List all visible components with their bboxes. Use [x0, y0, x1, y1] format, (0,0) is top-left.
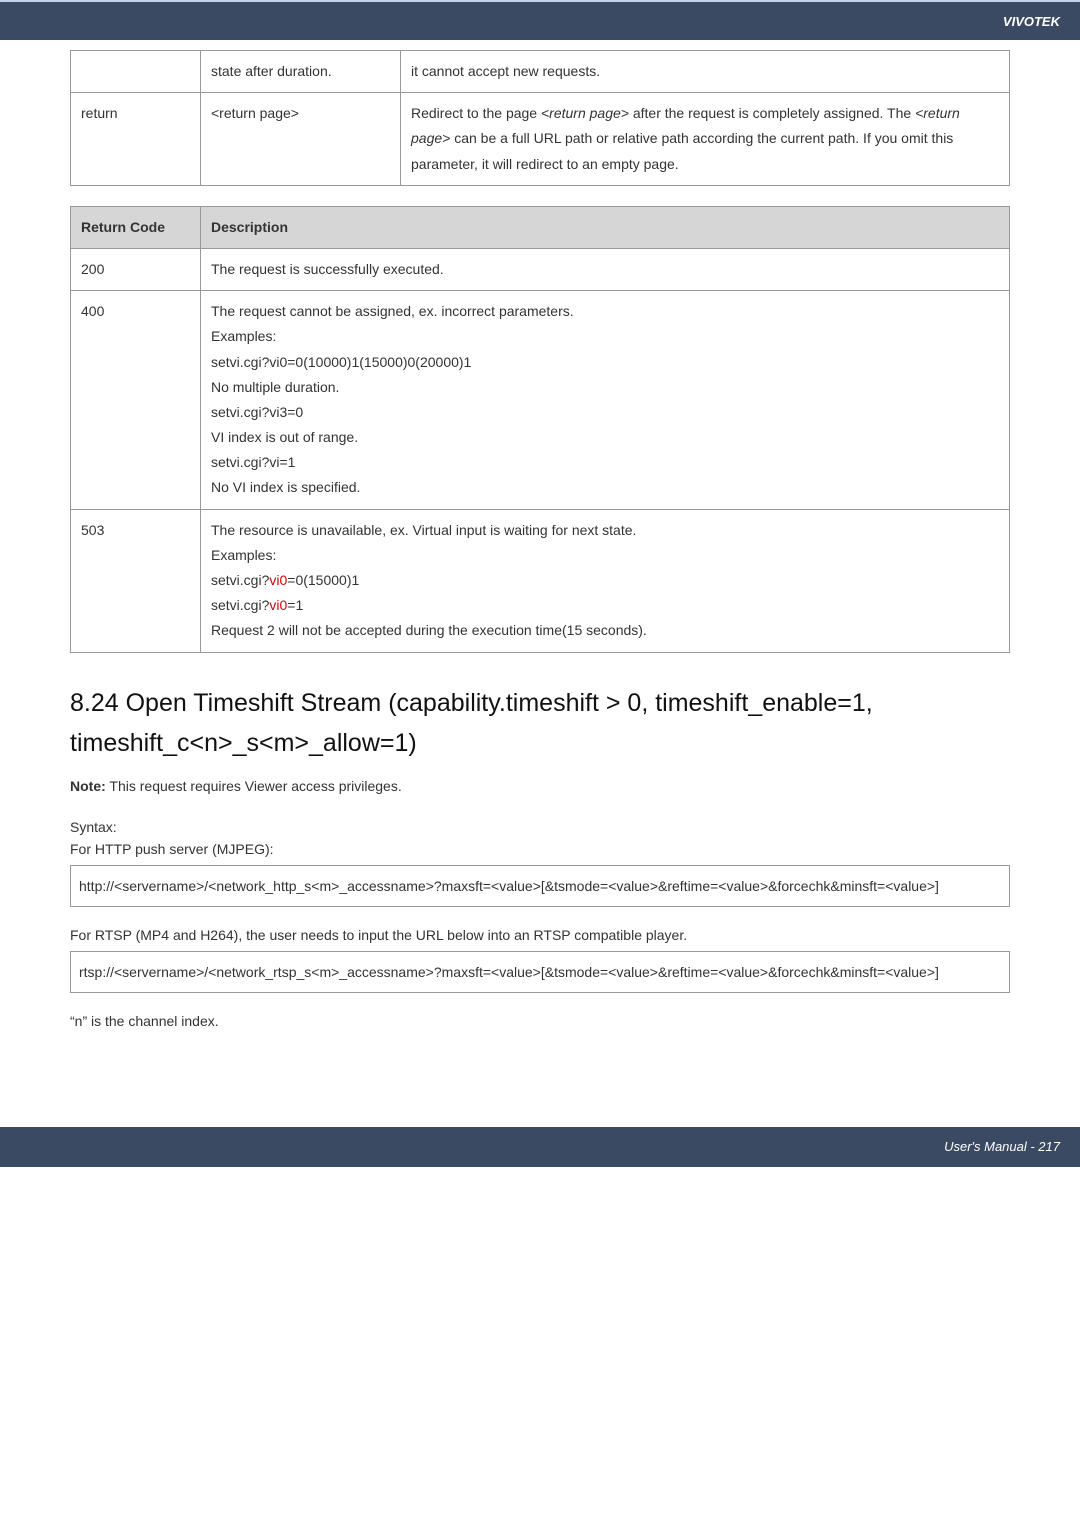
text-span: setvi.cgi? [211, 597, 269, 613]
col-header-desc: Description [201, 206, 1010, 248]
note-label: Note: [70, 778, 106, 794]
desc-line: setvi.cgi?vi0=1 [211, 593, 999, 618]
desc-line: The resource is unavailable, ex. Virtual… [211, 518, 999, 543]
parameters-table: state after duration. it cannot accept n… [70, 50, 1010, 186]
footer-text: User's Manual - 217 [944, 1139, 1060, 1154]
http-label: For HTTP push server (MJPEG): [70, 841, 1010, 857]
brand-label: VIVOTEK [1003, 14, 1060, 29]
text-span: =0(15000)1 [287, 572, 359, 588]
red-span: vi0 [269, 597, 287, 613]
desc-line: setvi.cgi?vi0=0(10000)1(15000)0(20000)1 [211, 350, 999, 375]
page-content: state after duration. it cannot accept n… [0, 40, 1080, 1057]
desc-line: Request 2 will not be accepted during th… [211, 618, 999, 643]
text-span: setvi.cgi? [211, 572, 269, 588]
text-span: =1 [287, 597, 303, 613]
table-row: 503 The resource is unavailable, ex. Vir… [71, 509, 1010, 652]
rtsp-code-box: rtsp://<servername>/<network_rtsp_s<m>_a… [70, 951, 1010, 993]
col-header-code: Return Code [71, 206, 201, 248]
cell-return-page: <return page> [201, 93, 401, 186]
cell-return-desc: Redirect to the page <return page> after… [401, 93, 1010, 186]
text-span: Redirect to the page [411, 105, 541, 121]
cell-state: state after duration. [201, 51, 401, 93]
table-row: state after duration. it cannot accept n… [71, 51, 1010, 93]
red-span: vi0 [269, 572, 287, 588]
desc-line: Examples: [211, 543, 999, 568]
desc-line: setvi.cgi?vi3=0 [211, 400, 999, 425]
page-header: VIVOTEK [0, 0, 1080, 40]
desc-line: No multiple duration. [211, 375, 999, 400]
desc-line: The request cannot be assigned, ex. inco… [211, 299, 999, 324]
cell-return-label: return [71, 93, 201, 186]
text-span: can be a full URL path or relative path … [411, 130, 953, 171]
table-row: 400 The request cannot be assigned, ex. … [71, 291, 1010, 510]
desc-line: Examples: [211, 324, 999, 349]
rtsp-label: For RTSP (MP4 and H264), the user needs … [70, 927, 1010, 943]
desc-line: setvi.cgi?vi0=0(15000)1 [211, 568, 999, 593]
channel-note: “n” is the channel index. [70, 1013, 1010, 1029]
desc-line: VI index is out of range. [211, 425, 999, 450]
cell-desc-400: The request cannot be assigned, ex. inco… [201, 291, 1010, 510]
cell-code-400: 400 [71, 291, 201, 510]
cell-desc-200: The request is successfully executed. [201, 248, 1010, 290]
cell-code-503: 503 [71, 509, 201, 652]
table-row: 200 The request is successfully executed… [71, 248, 1010, 290]
cell-code-200: 200 [71, 248, 201, 290]
table-row: return <return page> Redirect to the pag… [71, 93, 1010, 186]
cell-desc-503: The resource is unavailable, ex. Virtual… [201, 509, 1010, 652]
return-code-table: Return Code Description 200 The request … [70, 206, 1010, 653]
table-header-row: Return Code Description [71, 206, 1010, 248]
http-code-box: http://<servername>/<network_http_s<m>_a… [70, 865, 1010, 907]
cell-cannot-accept: it cannot accept new requests. [401, 51, 1010, 93]
page-footer: User's Manual - 217 [0, 1127, 1080, 1167]
note-paragraph: Note: This request requires Viewer acces… [70, 778, 1010, 794]
section-heading: 8.24 Open Timeshift Stream (capability.t… [70, 683, 1010, 763]
cell-empty [71, 51, 201, 93]
text-span: after the request is completely assigned… [629, 105, 915, 121]
desc-line: No VI index is specified. [211, 475, 999, 500]
italic-span: <return page> [541, 105, 629, 121]
note-text: This request requires Viewer access priv… [106, 778, 402, 794]
desc-line: setvi.cgi?vi=1 [211, 450, 999, 475]
syntax-label: Syntax: [70, 819, 1010, 835]
